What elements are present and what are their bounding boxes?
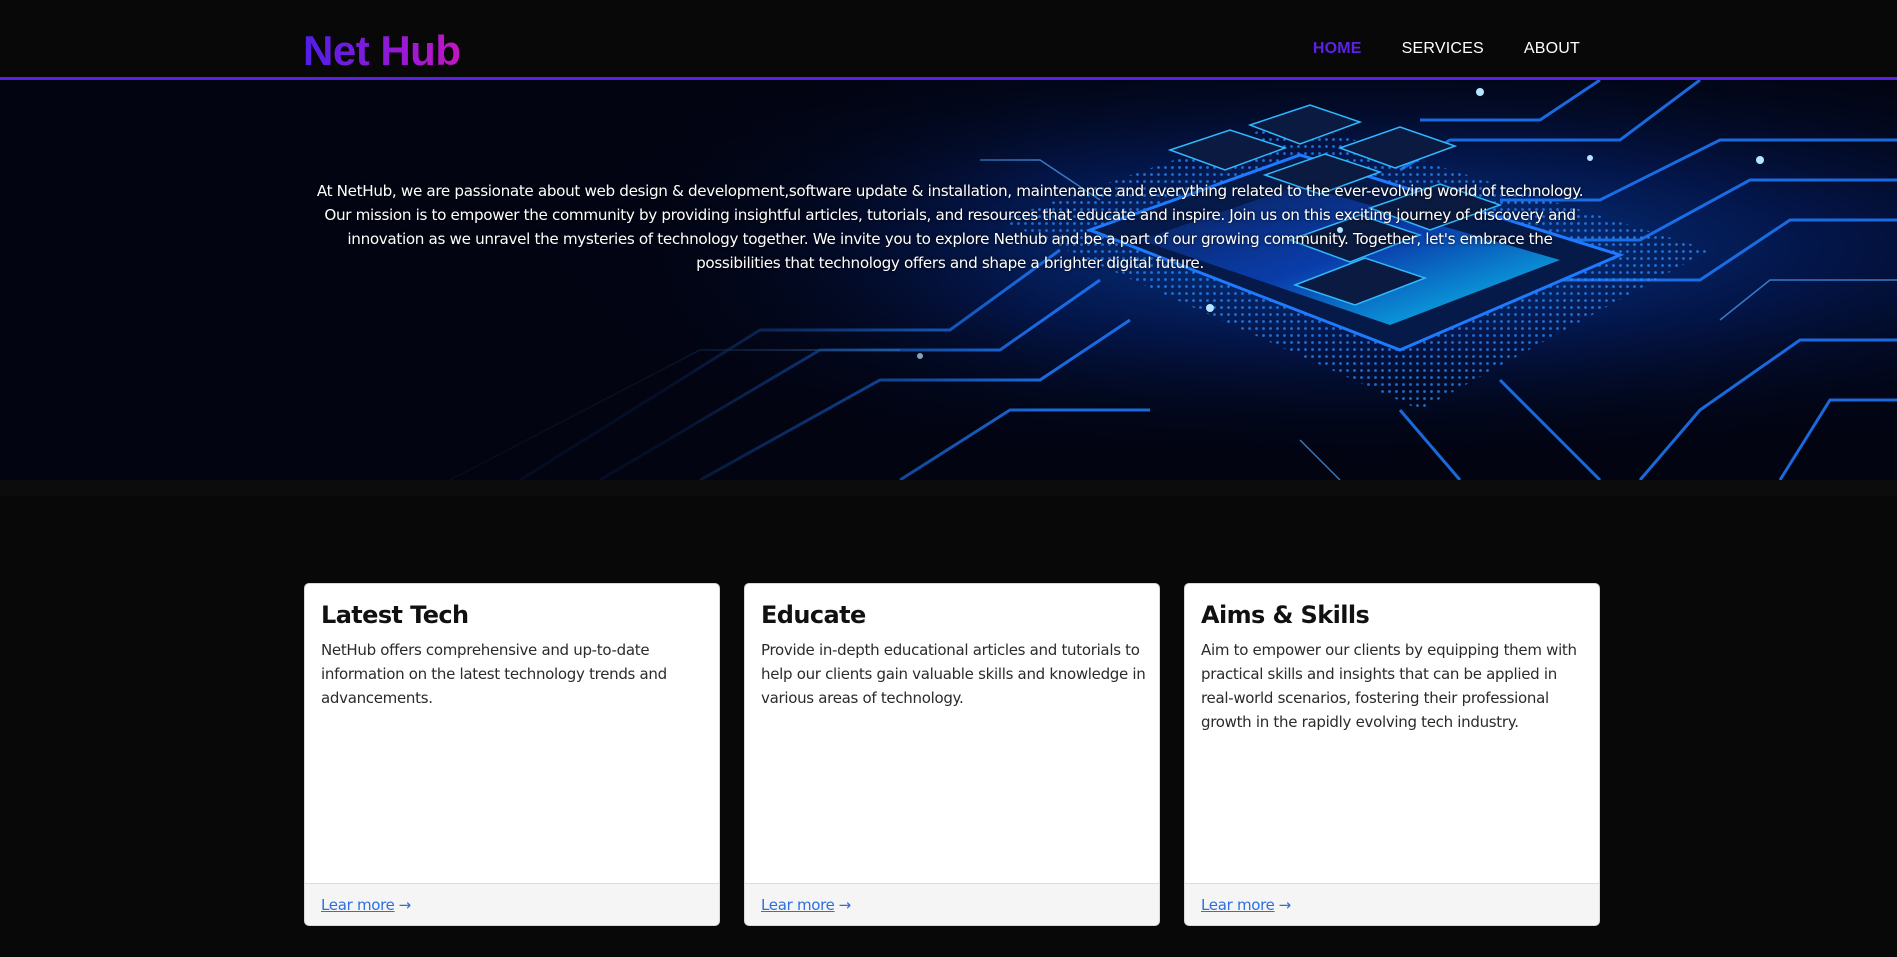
card-text: Aim to empower our clients by equipping … <box>1201 641 1577 731</box>
hero-intro-text: At NetHub, we are passionate about web d… <box>316 182 1584 272</box>
nav-home[interactable]: HOME <box>1313 40 1362 58</box>
card-text: Provide in-depth educational articles an… <box>761 641 1146 707</box>
learn-more-link[interactable]: Lear more → <box>321 895 411 915</box>
card-title: Latest Tech <box>321 601 469 629</box>
card-title: Aims & Skills <box>1201 601 1370 629</box>
arrow-right-icon: → <box>398 896 412 914</box>
hero-section: At NetHub, we are passionate about web d… <box>0 80 1897 480</box>
card-footer: Lear more → <box>305 883 719 925</box>
site-logo[interactable]: Net Hub <box>303 26 461 76</box>
main-nav: HOME SERVICES ABOUT <box>1313 40 1580 58</box>
section-divider <box>0 480 1897 496</box>
circuit-board-chip-image <box>0 80 1897 480</box>
card-aims-skills: Aims & Skills Aim to empower our clients… <box>1184 583 1600 926</box>
learn-more-link[interactable]: Lear more → <box>761 895 851 915</box>
card-latest-tech: Latest Tech NetHub offers comprehensive … <box>304 583 720 926</box>
card-title: Educate <box>761 601 866 629</box>
arrow-right-icon: → <box>838 896 852 914</box>
nav-services[interactable]: SERVICES <box>1402 40 1484 58</box>
card-text: NetHub offers comprehensive and up-to-da… <box>321 641 667 707</box>
card-footer: Lear more → <box>1185 883 1599 925</box>
card-footer: Lear more → <box>745 883 1159 925</box>
card-educate: Educate Provide in-depth educational art… <box>744 583 1160 926</box>
nav-about[interactable]: ABOUT <box>1524 40 1580 58</box>
learn-more-link[interactable]: Lear more → <box>1201 895 1291 915</box>
arrow-right-icon: → <box>1278 896 1292 914</box>
site-header: Net Hub HOME SERVICES ABOUT <box>0 0 1897 80</box>
